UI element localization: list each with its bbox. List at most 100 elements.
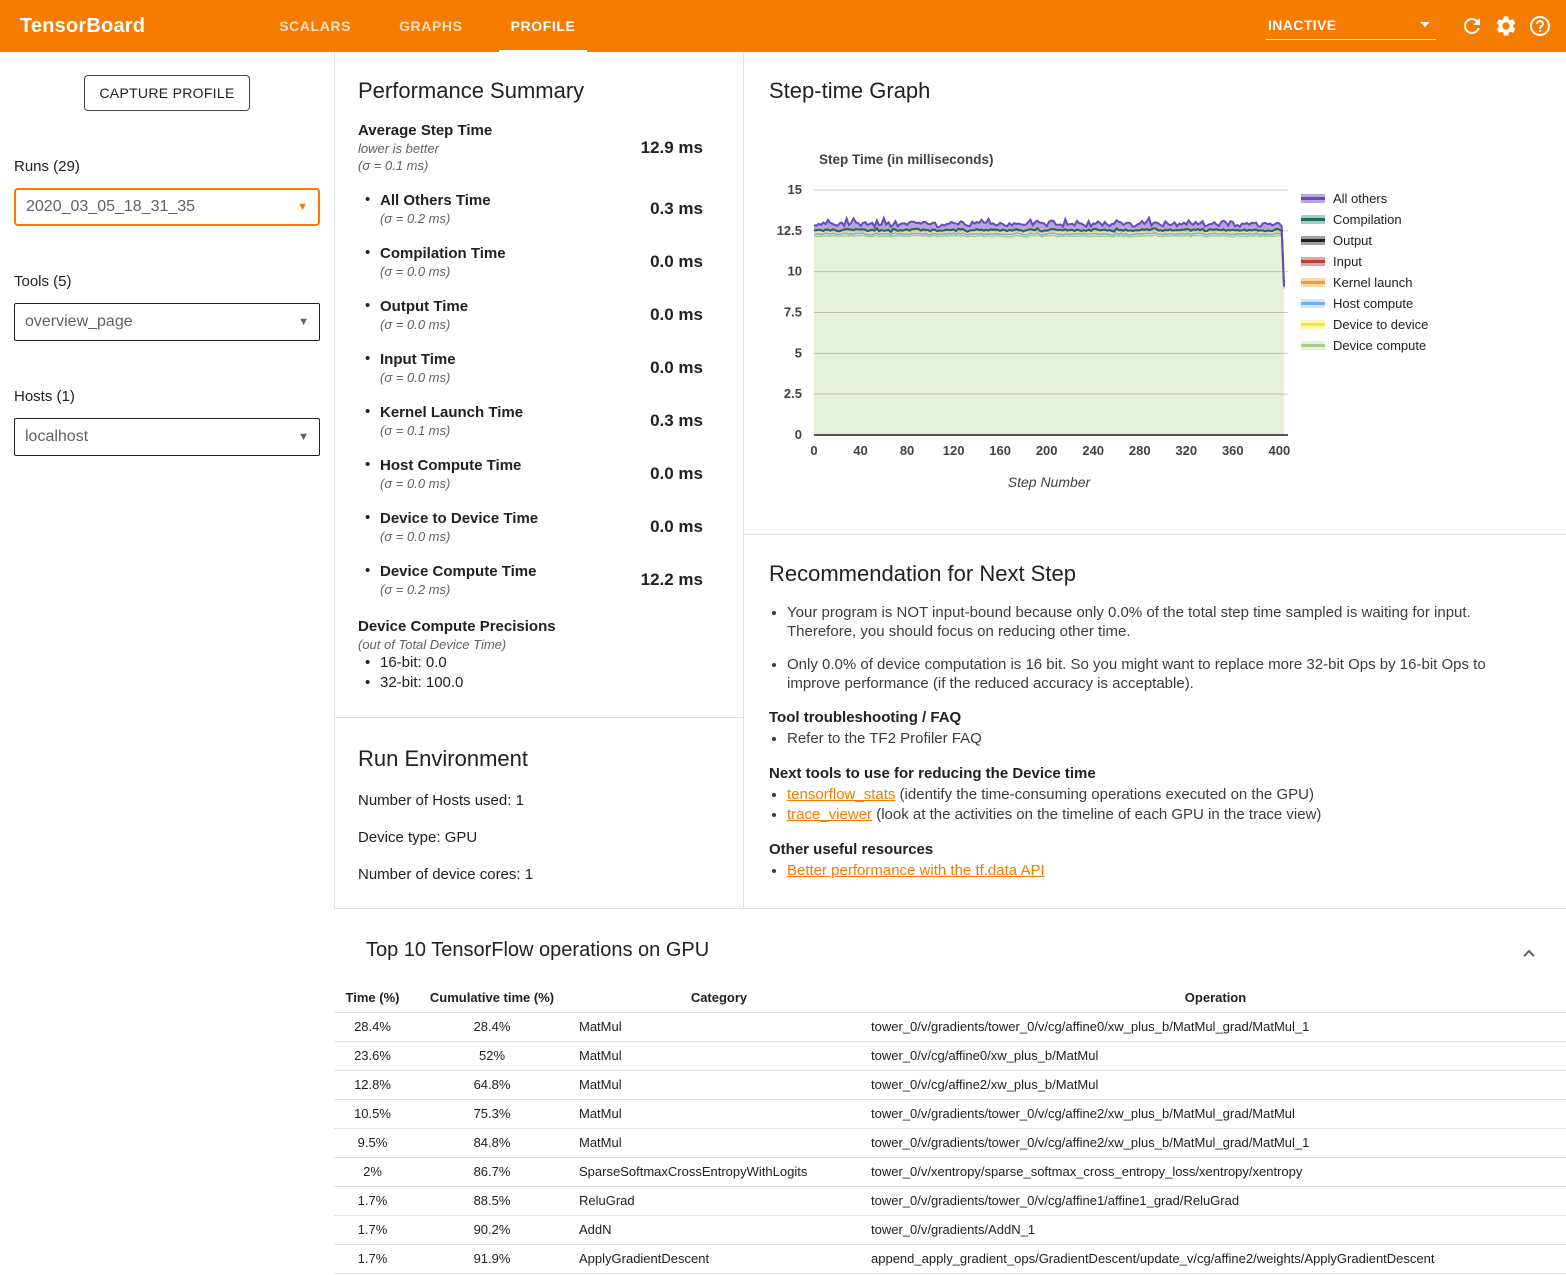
- svg-text:Step Number: Step Number: [1008, 474, 1092, 490]
- tools-dropdown[interactable]: overview_page ▼: [14, 303, 320, 341]
- svg-text:0: 0: [795, 427, 802, 442]
- hosts-dropdown[interactable]: localhost ▼: [14, 418, 320, 456]
- refresh-icon[interactable]: [1460, 14, 1484, 38]
- table-cell: 9.5%: [334, 1128, 411, 1157]
- svg-text:360: 360: [1222, 443, 1244, 458]
- run-status-value: INACTIVE: [1268, 17, 1337, 33]
- table-cell: 64.8%: [411, 1070, 573, 1099]
- table-cell: 10.5%: [334, 1099, 411, 1128]
- app-header: TensorBoard SCALARSGRAPHSPROFILE INACTIV…: [0, 0, 1566, 52]
- runs-value: 2020_03_05_18_31_35: [26, 198, 195, 216]
- help-icon[interactable]: [1528, 14, 1552, 38]
- settings-icon[interactable]: [1494, 14, 1518, 38]
- legend-label: Compilation: [1333, 212, 1402, 227]
- table-cell: SparseSoftmaxCrossEntropyWithLogits: [573, 1157, 865, 1186]
- legend-item: Device to device: [1301, 314, 1428, 335]
- metric-note: lower is better: [358, 140, 641, 157]
- caret-down-icon: [1420, 22, 1430, 27]
- legend-item: Compilation: [1301, 209, 1428, 230]
- metric-value: 12.2 ms: [641, 570, 703, 590]
- legend-item: Kernel launch: [1301, 272, 1428, 293]
- svg-text:80: 80: [900, 443, 914, 458]
- table-cell: 28.4%: [411, 1012, 573, 1041]
- svg-text:Step Time (in milliseconds): Step Time (in milliseconds): [819, 152, 994, 167]
- metric-label: Device Compute Time: [380, 562, 641, 581]
- runs-dropdown[interactable]: 2020_03_05_18_31_35 ▼: [14, 188, 320, 226]
- tab-profile[interactable]: PROFILE: [487, 0, 600, 52]
- run-status-dropdown[interactable]: INACTIVE: [1266, 13, 1436, 40]
- metric-value: 0.3 ms: [650, 411, 703, 431]
- metric-sigma: (σ = 0.1 ms): [358, 157, 641, 174]
- metric-sigma: (σ = 0.2 ms): [380, 210, 650, 227]
- table-cell: MatMul: [573, 1099, 865, 1128]
- table-cell: 28.4%: [334, 1012, 411, 1041]
- recommendation-link[interactable]: tensorflow_stats: [787, 786, 895, 803]
- recommendation-item: Refer to the TF2 Profiler FAQ: [787, 729, 1530, 749]
- metric-label: Average Step Time: [358, 121, 641, 140]
- metric-item: All Others Time(σ = 0.2 ms)0.3 ms: [358, 191, 703, 227]
- recommendation-item: Better performance with the tf.data API: [787, 861, 1530, 881]
- svg-text:40: 40: [853, 443, 867, 458]
- table-cell: 2%: [334, 1157, 411, 1186]
- recommendation-link[interactable]: trace_viewer: [787, 806, 872, 823]
- table-cell: tower_0/v/cg/affine0/xw_plus_b/MatMul: [865, 1041, 1566, 1070]
- legend-item: Output: [1301, 230, 1428, 251]
- table-cell: 86.7%: [411, 1157, 573, 1186]
- legend-swatch-icon: [1301, 320, 1325, 329]
- legend-item: Host compute: [1301, 293, 1428, 314]
- legend-swatch-icon: [1301, 194, 1325, 203]
- table-cell: ApplyGradientDescent: [573, 1244, 865, 1273]
- metric-label: Input Time: [380, 350, 650, 369]
- metric-sigma: (σ = 0.2 ms): [380, 581, 641, 598]
- table-cell: 75.3%: [411, 1099, 573, 1128]
- metric-label: Output Time: [380, 297, 650, 316]
- performance-summary-card: Performance Summary Average Step Time lo…: [335, 52, 743, 718]
- table-row: 2%86.7%SparseSoftmaxCrossEntropyWithLogi…: [334, 1157, 1566, 1186]
- recommendation-section-heading: Other useful resources: [769, 841, 1530, 858]
- main-tabs: SCALARSGRAPHSPROFILE: [255, 0, 599, 52]
- metric-sigma: (σ = 0.0 ms): [380, 316, 650, 333]
- metric-sigma: (σ = 0.0 ms): [380, 369, 650, 386]
- recommendation-link[interactable]: Better performance with the tf.data API: [787, 862, 1045, 879]
- tab-scalars[interactable]: SCALARS: [255, 0, 375, 52]
- tab-graphs[interactable]: GRAPHS: [375, 0, 487, 52]
- svg-text:15: 15: [788, 182, 802, 197]
- table-cell: 1.7%: [334, 1215, 411, 1244]
- svg-text:5: 5: [795, 345, 802, 360]
- svg-text:2.5: 2.5: [784, 386, 802, 401]
- capture-profile-button[interactable]: CAPTURE PROFILE: [84, 75, 250, 111]
- metric-label: Kernel Launch Time: [380, 403, 650, 422]
- svg-text:240: 240: [1082, 443, 1104, 458]
- metric-value: 12.9 ms: [641, 138, 703, 158]
- top-ops-table: Time (%)Cumulative time (%)CategoryOpera…: [334, 984, 1566, 1274]
- metric-label: All Others Time: [380, 191, 650, 210]
- table-cell: append_apply_gradient_ops/GradientDescen…: [865, 1244, 1566, 1273]
- table-cell: tower_0/v/gradients/AddN_1: [865, 1215, 1566, 1244]
- table-cell: MatMul: [573, 1128, 865, 1157]
- metric-sigma: (σ = 0.1 ms): [380, 422, 650, 439]
- legend-label: Output: [1333, 233, 1372, 248]
- metric-item: Host Compute Time(σ = 0.0 ms)0.0 ms: [358, 456, 703, 492]
- legend-swatch-icon: [1301, 215, 1325, 224]
- metrics-list: All Others Time(σ = 0.2 ms)0.3 msCompila…: [358, 191, 703, 598]
- table-cell: 91.9%: [411, 1244, 573, 1273]
- table-cell: 1.7%: [334, 1186, 411, 1215]
- step-time-chart: Step Time (in milliseconds)1512.5107.552…: [766, 148, 1306, 503]
- table-cell: 23.6%: [334, 1041, 411, 1070]
- table-cell: tower_0/v/cg/affine2/xw_plus_b/MatMul: [865, 1070, 1566, 1099]
- metric-item: Device Compute Time(σ = 0.2 ms)12.2 ms: [358, 562, 703, 598]
- run-env-line: Device type: GPU: [358, 829, 723, 846]
- metric-sigma: (σ = 0.0 ms): [380, 528, 650, 545]
- recommendation-section-heading: Next tools to use for reducing the Devic…: [769, 765, 1530, 782]
- collapse-chevron-icon[interactable]: [1520, 945, 1538, 963]
- hosts-value: localhost: [25, 428, 88, 446]
- metric-value: 0.0 ms: [650, 358, 703, 378]
- table-cell: tower_0/v/gradients/tower_0/v/cg/affine2…: [865, 1128, 1566, 1157]
- legend-item: Device compute: [1301, 335, 1428, 356]
- metric-value: 0.0 ms: [650, 305, 703, 325]
- right-column: Step-time Graph Step Time (in millisecon…: [744, 52, 1566, 908]
- column-header: Operation: [865, 984, 1566, 1012]
- metric-label: Host Compute Time: [380, 456, 650, 475]
- metric-item: Device to Device Time(σ = 0.0 ms)0.0 ms: [358, 509, 703, 545]
- svg-text:160: 160: [989, 443, 1011, 458]
